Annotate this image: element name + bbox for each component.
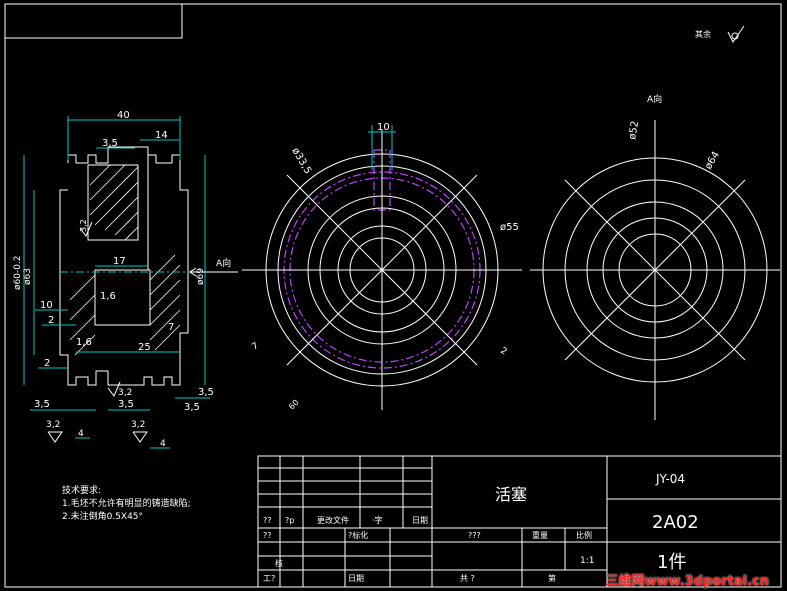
- cell-scale: 1:1: [580, 556, 594, 566]
- cell-change-doc: 更改文件: [317, 515, 349, 525]
- dim-1-6-b: 1,6: [76, 337, 92, 348]
- notes-line1: 1.毛坯不允许有明显的铸造缺陷;: [62, 497, 191, 509]
- dim-4-a: 4: [78, 429, 84, 439]
- view-a-label: A向: [216, 257, 231, 269]
- right-dim-phi52: ø52: [627, 120, 641, 140]
- dim-phi60: ø60-0.2: [13, 255, 23, 290]
- title-block: 活塞 JY-04 2A02 1件 ?? ?p 更改文件 ·字 日期 ?? ?标化…: [257, 455, 782, 588]
- cell-q2: ?p: [285, 516, 294, 525]
- cell-date1: 日期: [412, 516, 428, 525]
- cad-drawing: 其余 40 3,5 14 17 1,6 10 2 1,6 25 2 7 3,5 …: [0, 0, 787, 591]
- dim-3-5-top: 3,5: [102, 138, 118, 149]
- left-section-view: 40 3,5 14 17 1,6 10 2 1,6 25 2 7 3,5 3,5…: [13, 110, 238, 449]
- roughness-c-icon: [47, 431, 63, 443]
- notes-line2: 2.未注倒角0.5X45°: [62, 510, 143, 522]
- mid-dim-7: 7: [251, 341, 261, 353]
- mid-dim-phi55: ø55: [500, 222, 519, 233]
- roughness-3-2-a: 3,2: [79, 219, 88, 232]
- cell-review: 核: [275, 558, 283, 568]
- cell-q1: ??: [263, 516, 272, 525]
- watermark: 三维网www.3dportal.cn: [605, 574, 769, 589]
- dim-3-5-e: 3,5: [184, 402, 200, 413]
- cell-page: 第: [548, 573, 556, 583]
- mid-dim-phi33-5: ø33,5: [289, 146, 313, 176]
- roughness-label: 其余: [695, 29, 711, 39]
- mid-dim-2: 2: [499, 346, 509, 358]
- dim-7: 7: [168, 322, 174, 333]
- dim-17: 17: [113, 256, 126, 267]
- roughness-3-2-b: 3,2: [118, 388, 132, 398]
- dim-phi63: ø63: [23, 268, 33, 285]
- dim-25: 25: [138, 342, 151, 353]
- right-dim-phi64: ø64: [703, 150, 722, 172]
- dim-1-6-a: 1,6: [100, 291, 116, 302]
- right-view-title: A向: [647, 93, 662, 105]
- drawing-svg: 其余 40 3,5 14 17 1,6 10 2 1,6 25 2 7 3,5 …: [4, 3, 782, 588]
- dim-3-5-b: 3,5: [34, 399, 50, 410]
- top-left-box: [5, 4, 183, 39]
- dim-2-a: 2: [48, 315, 54, 326]
- cell-r1: ??: [263, 531, 272, 540]
- cell-r2: ?标化: [348, 530, 368, 540]
- dim-14: 14: [155, 130, 168, 141]
- cell-sign: ·字: [372, 515, 383, 525]
- dim-40: 40: [117, 110, 130, 121]
- mid-dim-60: 60: [287, 398, 301, 412]
- dim-4-b: 4: [160, 439, 166, 449]
- dim-3-5-d: 3,5: [198, 387, 214, 398]
- dim-3-5-c: 3,5: [118, 399, 134, 410]
- cell-weight: 重量: [532, 530, 548, 540]
- cell-craft: 工?: [263, 574, 275, 583]
- roughness-symbol-icon: [727, 25, 745, 43]
- notes-heading: 技术要求:: [62, 484, 101, 496]
- cell-date2: 日期: [348, 574, 364, 583]
- cell-total: 共 ?: [460, 574, 475, 583]
- mid-dim-10: 10: [377, 122, 390, 133]
- middle-view: 10 ø33,5 ø55 7 2 60: [242, 122, 522, 411]
- material: 2A02: [652, 512, 699, 533]
- cell-r3: ???: [468, 531, 481, 540]
- roughness-d-icon: [132, 431, 148, 443]
- dim-2-b: 2: [44, 358, 50, 369]
- dim-10: 10: [40, 300, 53, 311]
- roughness-3-2-d: 3,2: [131, 420, 145, 430]
- drawing-number: JY-04: [655, 472, 685, 486]
- part-name: 活塞: [495, 485, 527, 504]
- roughness-3-2-c: 3,2: [46, 420, 60, 430]
- cell-ratio: 比例: [576, 530, 592, 540]
- dim-phi69: ø69: [196, 268, 206, 285]
- right-view: A向 ø52 ø64: [530, 93, 780, 420]
